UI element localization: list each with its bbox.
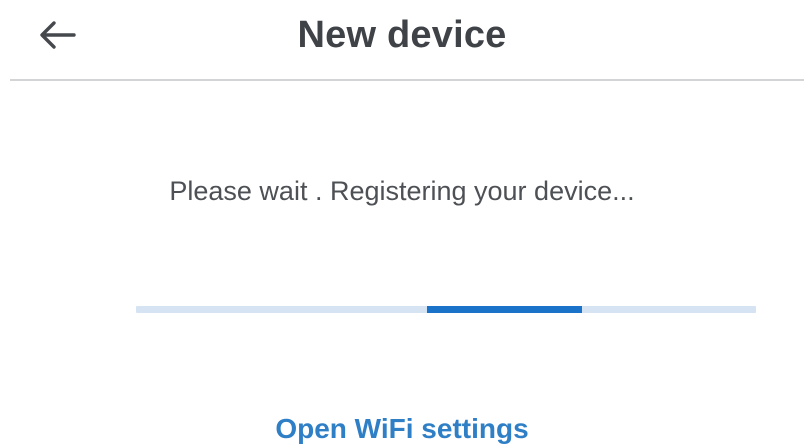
page-title: New device	[297, 14, 507, 56]
registration-status-text: Please wait . Registering your device...	[169, 176, 635, 206]
new-device-screen: New device Please wait . Registering you…	[0, 0, 804, 448]
progress-bar	[136, 306, 756, 313]
progress-indicator	[427, 306, 583, 313]
header-divider	[10, 79, 804, 81]
open-wifi-settings-link[interactable]: Open WiFi settings	[0, 413, 804, 445]
app-bar: New device	[0, 0, 804, 80]
